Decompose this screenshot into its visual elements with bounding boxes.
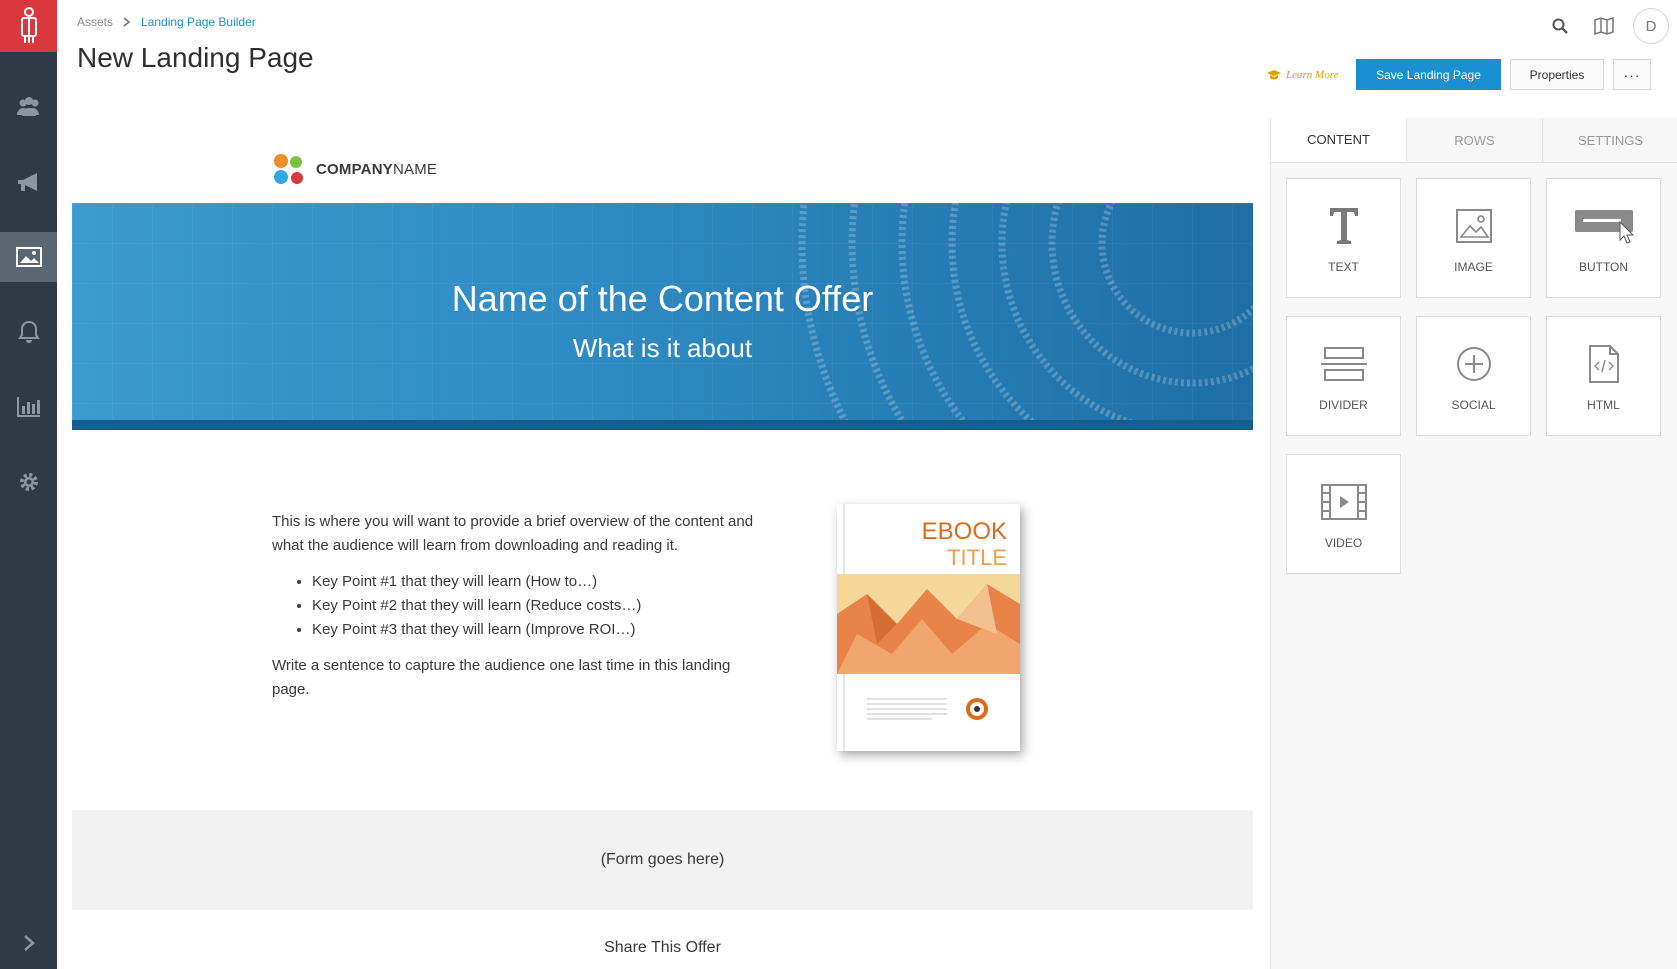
user-avatar[interactable]: D — [1633, 8, 1669, 44]
button-icon — [1574, 202, 1634, 250]
company-logo[interactable]: COMPANYNAME — [272, 152, 437, 186]
hero-subtitle: What is it about — [572, 333, 753, 363]
bell-icon — [17, 320, 40, 343]
hero-title: Name of the Content Offer — [451, 278, 874, 319]
tab-rows[interactable]: ROWS — [1407, 118, 1543, 162]
builder-panel: CONTENT ROWS SETTINGS TEXT IMAGE BUTTON … — [1270, 118, 1677, 969]
more-options-button[interactable]: ··· — [1613, 59, 1651, 90]
video-icon — [1320, 478, 1367, 526]
block-html[interactable]: HTML — [1546, 316, 1661, 436]
hero-bottom-band — [72, 420, 1253, 430]
nav-notifications[interactable] — [0, 307, 57, 357]
key-point-1: Key Point #1 that they will learn (How t… — [312, 570, 772, 594]
block-divider[interactable]: DIVIDER — [1286, 316, 1401, 436]
block-text[interactable]: TEXT — [1286, 178, 1401, 298]
intro-paragraph: This is where you will want to provide a… — [272, 513, 754, 554]
block-image-label: IMAGE — [1454, 260, 1493, 274]
social-icon — [1456, 340, 1492, 388]
image-icon — [1455, 202, 1492, 250]
closing-paragraph: Write a sentence to capture the audience… — [272, 657, 731, 698]
bar-chart-icon — [16, 397, 40, 417]
megaphone-icon — [17, 173, 37, 191]
block-image[interactable]: IMAGE — [1416, 178, 1531, 298]
top-header: Assets Landing Page Builder New Landing … — [57, 0, 1677, 119]
learn-more-link[interactable]: Learn More — [1267, 69, 1338, 81]
tab-settings[interactable]: SETTINGS — [1543, 118, 1677, 162]
nav-expand[interactable] — [0, 918, 57, 968]
panel-tabs: CONTENT ROWS SETTINGS — [1271, 118, 1677, 163]
nav-assets[interactable] — [0, 232, 57, 282]
people-icon — [16, 97, 39, 116]
ebook-cover-image[interactable]: EBOOK TITLE — [837, 504, 1020, 751]
breadcrumb-assets[interactable]: Assets — [77, 15, 113, 29]
block-video-label: VIDEO — [1324, 536, 1363, 550]
key-point-2: Key Point #2 that they will learn (Reduc… — [312, 594, 772, 618]
block-html-label: HTML — [1587, 398, 1620, 412]
share-offer-heading: Share This Offer — [604, 939, 721, 956]
nav-settings[interactable] — [0, 457, 57, 507]
key-points-list: Key Point #1 that they will learn (How t… — [272, 570, 772, 642]
tab-content[interactable]: CONTENT — [1271, 118, 1407, 162]
map-icon — [1594, 17, 1614, 35]
divider-icon — [1320, 340, 1367, 388]
search-icon — [1552, 18, 1568, 34]
properties-button[interactable]: Properties — [1510, 59, 1604, 90]
block-social-label: SOCIAL — [1451, 398, 1496, 412]
nav-contacts[interactable] — [0, 82, 57, 132]
hero-banner[interactable]: Name of the Content Offer What is it abo… — [72, 203, 1253, 430]
side-nav — [0, 0, 57, 969]
map-button[interactable] — [1589, 11, 1619, 41]
nav-reports[interactable] — [0, 382, 57, 432]
block-button[interactable]: BUTTON — [1546, 178, 1661, 298]
image-icon — [15, 247, 42, 267]
graduation-cap-icon — [1267, 70, 1281, 80]
company-logo-icon — [274, 154, 303, 184]
html-icon — [1588, 340, 1620, 388]
block-social[interactable]: SOCIAL — [1416, 316, 1531, 436]
gear-icon — [19, 473, 38, 491]
key-point-3: Key Point #3 that they will learn (Impro… — [312, 618, 772, 642]
breadcrumb-current[interactable]: Landing Page Builder — [141, 15, 256, 29]
app-logo[interactable] — [0, 0, 57, 52]
logo-icon — [20, 7, 37, 43]
nav-campaigns[interactable] — [0, 157, 57, 207]
ebook-artwork — [837, 574, 1020, 720]
text-icon — [1328, 202, 1360, 250]
breadcrumb: Assets Landing Page Builder — [77, 15, 256, 29]
header-icons: D — [1545, 8, 1677, 44]
page-canvas: COMPANYNAME Name of the Content Offer Wh… — [57, 118, 1270, 969]
block-text-label: TEXT — [1328, 260, 1359, 274]
form-placeholder[interactable]: (Form goes here) — [72, 810, 1253, 910]
block-button-label: BUTTON — [1578, 260, 1629, 274]
body-text-block[interactable]: This is where you will want to provide a… — [272, 510, 772, 702]
chevron-right-icon — [23, 935, 35, 951]
search-button[interactable] — [1545, 11, 1575, 41]
block-video[interactable]: VIDEO — [1286, 454, 1401, 574]
save-landing-page-button[interactable]: Save Landing Page — [1356, 59, 1501, 90]
company-name: COMPANYNAME — [316, 160, 438, 178]
block-divider-label: DIVIDER — [1319, 398, 1368, 412]
chevron-right-icon — [123, 17, 131, 27]
page-title: New Landing Page — [77, 42, 314, 73]
learn-more-label: Learn More — [1286, 69, 1339, 81]
